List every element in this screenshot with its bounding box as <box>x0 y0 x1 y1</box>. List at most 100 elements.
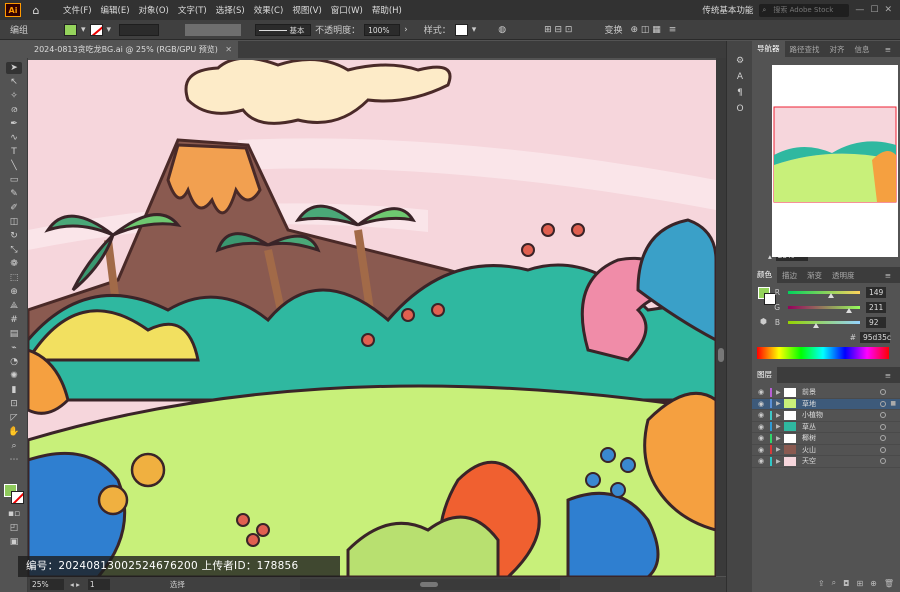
tab-color[interactable]: 颜色 <box>752 267 777 283</box>
expand-arrow-icon[interactable]: ▶ <box>776 446 784 453</box>
layer-row[interactable]: ◉ ▶ 椰树 <box>752 433 900 445</box>
selection-tool-icon[interactable]: ➤ <box>6 62 22 74</box>
color-spectrum[interactable] <box>757 347 889 359</box>
visibility-eye-icon[interactable]: ◉ <box>752 400 770 408</box>
color-menu-icon[interactable]: ≡ <box>880 271 896 280</box>
blend-tool-icon[interactable]: ◔ <box>6 356 22 368</box>
layer-row[interactable]: ◉ ▶ 火山 <box>752 445 900 456</box>
home-icon[interactable]: ⌂ <box>27 4 45 17</box>
visibility-eye-icon[interactable]: ◉ <box>752 423 770 431</box>
navigator-menu-icon[interactable]: ≡ <box>880 45 896 54</box>
tab-layers[interactable]: 图层 <box>752 367 777 383</box>
fill-dropdown-icon[interactable]: ▾ <box>81 25 86 35</box>
stroke-color-box[interactable] <box>11 491 24 504</box>
fill-swatch[interactable] <box>64 23 78 36</box>
type-tool-icon[interactable]: T <box>6 146 22 158</box>
artboard-prev-icon[interactable]: ◂ ▸ <box>70 580 80 589</box>
stock-search-input[interactable]: 搜索 Adobe Stock <box>759 3 850 17</box>
hand-tool-icon[interactable]: ✋ <box>6 426 22 438</box>
target-circle-icon[interactable] <box>880 412 886 419</box>
vertical-scrollbar[interactable] <box>716 58 726 576</box>
lasso-icon[interactable]: ര <box>6 104 22 116</box>
scale-tool-icon[interactable]: ⤡ <box>6 244 22 256</box>
shape-builder-icon[interactable]: ⊕ <box>6 286 22 298</box>
visibility-eye-icon[interactable]: ◉ <box>752 434 770 442</box>
close-icon[interactable]: ✕ <box>884 5 892 15</box>
paragraph-icon[interactable]: ¶ <box>733 87 747 99</box>
layer-row[interactable]: ◉ ▶ 草地 ■ <box>752 398 900 410</box>
tab-gradient[interactable]: 渐变 <box>802 270 827 281</box>
layer-name[interactable]: 前景 <box>802 387 816 397</box>
rectangle-tool-icon[interactable]: ▭ <box>6 174 22 186</box>
line-tool-icon[interactable]: ╲ <box>6 160 22 172</box>
mesh-tool-icon[interactable]: # <box>6 314 22 326</box>
panel-menu-icon[interactable]: ≡ <box>669 25 677 35</box>
vertical-scroll-thumb[interactable] <box>718 348 724 362</box>
red-slider[interactable] <box>788 291 860 298</box>
target-circle-icon[interactable] <box>880 435 886 442</box>
opacity-dropdown-icon[interactable]: › <box>404 25 408 35</box>
layer-row[interactable]: ◉ ▶ 草丛 <box>752 422 900 433</box>
new-sublayer-icon[interactable]: ⊞ <box>856 579 863 588</box>
visibility-eye-icon[interactable]: ◉ <box>752 457 770 465</box>
target-circle-icon[interactable] <box>880 458 886 465</box>
target-circle-icon[interactable] <box>880 389 886 396</box>
artboard-tool-icon[interactable]: ⊡ <box>6 398 22 410</box>
target-circle-icon[interactable] <box>880 423 886 430</box>
edit-toolbar-icon[interactable]: ⋯ <box>6 454 22 466</box>
blue-slider[interactable] <box>788 321 860 328</box>
expand-arrow-icon[interactable]: ▶ <box>776 389 784 396</box>
style-dropdown-icon[interactable]: ▾ <box>472 25 477 35</box>
layer-name[interactable]: 天空 <box>802 456 816 466</box>
menu-view[interactable]: 视图(V) <box>292 4 321 16</box>
layer-row[interactable]: ◉ ▶ 前景 <box>752 387 900 399</box>
slice-tool-icon[interactable]: ◸ <box>6 412 22 424</box>
free-transform-icon[interactable]: ⬚ <box>6 272 22 284</box>
menu-help[interactable]: 帮助(H) <box>372 4 402 16</box>
clipping-mask-icon[interactable]: ◘ <box>843 579 849 588</box>
zoom-level-field[interactable]: 25% <box>30 579 64 590</box>
eraser-icon[interactable]: ◫ <box>6 216 22 228</box>
menu-select[interactable]: 选择(S) <box>216 4 245 16</box>
tab-transparency[interactable]: 透明度 <box>827 270 860 281</box>
layer-name[interactable]: 草地 <box>802 399 816 409</box>
opacity-field[interactable]: 100% <box>364 23 401 36</box>
horizontal-scrollbar[interactable] <box>300 579 560 590</box>
layer-row[interactable]: ◉ ▶ 天空 <box>752 456 900 468</box>
workspace-switcher[interactable]: 传统基本功能 <box>702 4 753 16</box>
tab-stroke[interactable]: 描边 <box>777 270 802 281</box>
green-slider[interactable] <box>788 306 860 313</box>
red-value[interactable]: 149 <box>866 287 886 298</box>
menu-object[interactable]: 对象(O) <box>139 4 169 16</box>
properties-icon[interactable]: ⚙ <box>733 55 747 67</box>
artboard-canvas[interactable] <box>28 60 716 577</box>
layer-name[interactable]: 火山 <box>802 445 816 455</box>
color-mode-icons[interactable]: ▪▫ <box>6 508 22 520</box>
layer-name[interactable]: 椰树 <box>802 433 816 443</box>
character-icon[interactable]: A <box>733 71 747 83</box>
export-icon[interactable]: ⇪ <box>818 579 825 588</box>
layer-row[interactable]: ◉ ▶ 小植物 <box>752 410 900 422</box>
direct-selection-tool-icon[interactable]: ↖ <box>6 76 22 88</box>
menu-type[interactable]: 文字(T) <box>178 4 207 16</box>
minimize-icon[interactable]: — <box>855 5 864 15</box>
variable-width-profile[interactable] <box>185 23 242 36</box>
draw-mode-icon[interactable]: ◰ <box>6 522 22 534</box>
artboard-number-field[interactable]: 1 <box>87 579 110 590</box>
brush-definition-dropdown[interactable]: 基本 <box>255 23 312 36</box>
stroke-dropdown-icon[interactable]: ▾ <box>107 25 112 35</box>
selected-art-indicator[interactable]: ■ <box>890 400 896 407</box>
target-circle-icon[interactable] <box>880 446 886 453</box>
target-circle-icon[interactable] <box>880 400 886 407</box>
symbol-sprayer-icon[interactable]: ✺ <box>6 370 22 382</box>
opentype-icon[interactable]: O <box>733 103 747 115</box>
recolor-icon[interactable]: ◍ <box>498 25 506 35</box>
navigator-thumbnail[interactable] <box>772 65 898 257</box>
pen-tool-icon[interactable]: ✒ <box>6 118 22 130</box>
tab-info[interactable]: 信息 <box>850 44 875 55</box>
transform-icons[interactable]: ⊕ ◫ ▦ <box>630 25 660 35</box>
gradient-tool-icon[interactable]: ▤ <box>6 328 22 340</box>
locate-object-icon[interactable]: ⌕ <box>832 578 836 588</box>
expand-arrow-icon[interactable]: ▶ <box>776 435 784 442</box>
menu-edit[interactable]: 编辑(E) <box>101 4 130 16</box>
